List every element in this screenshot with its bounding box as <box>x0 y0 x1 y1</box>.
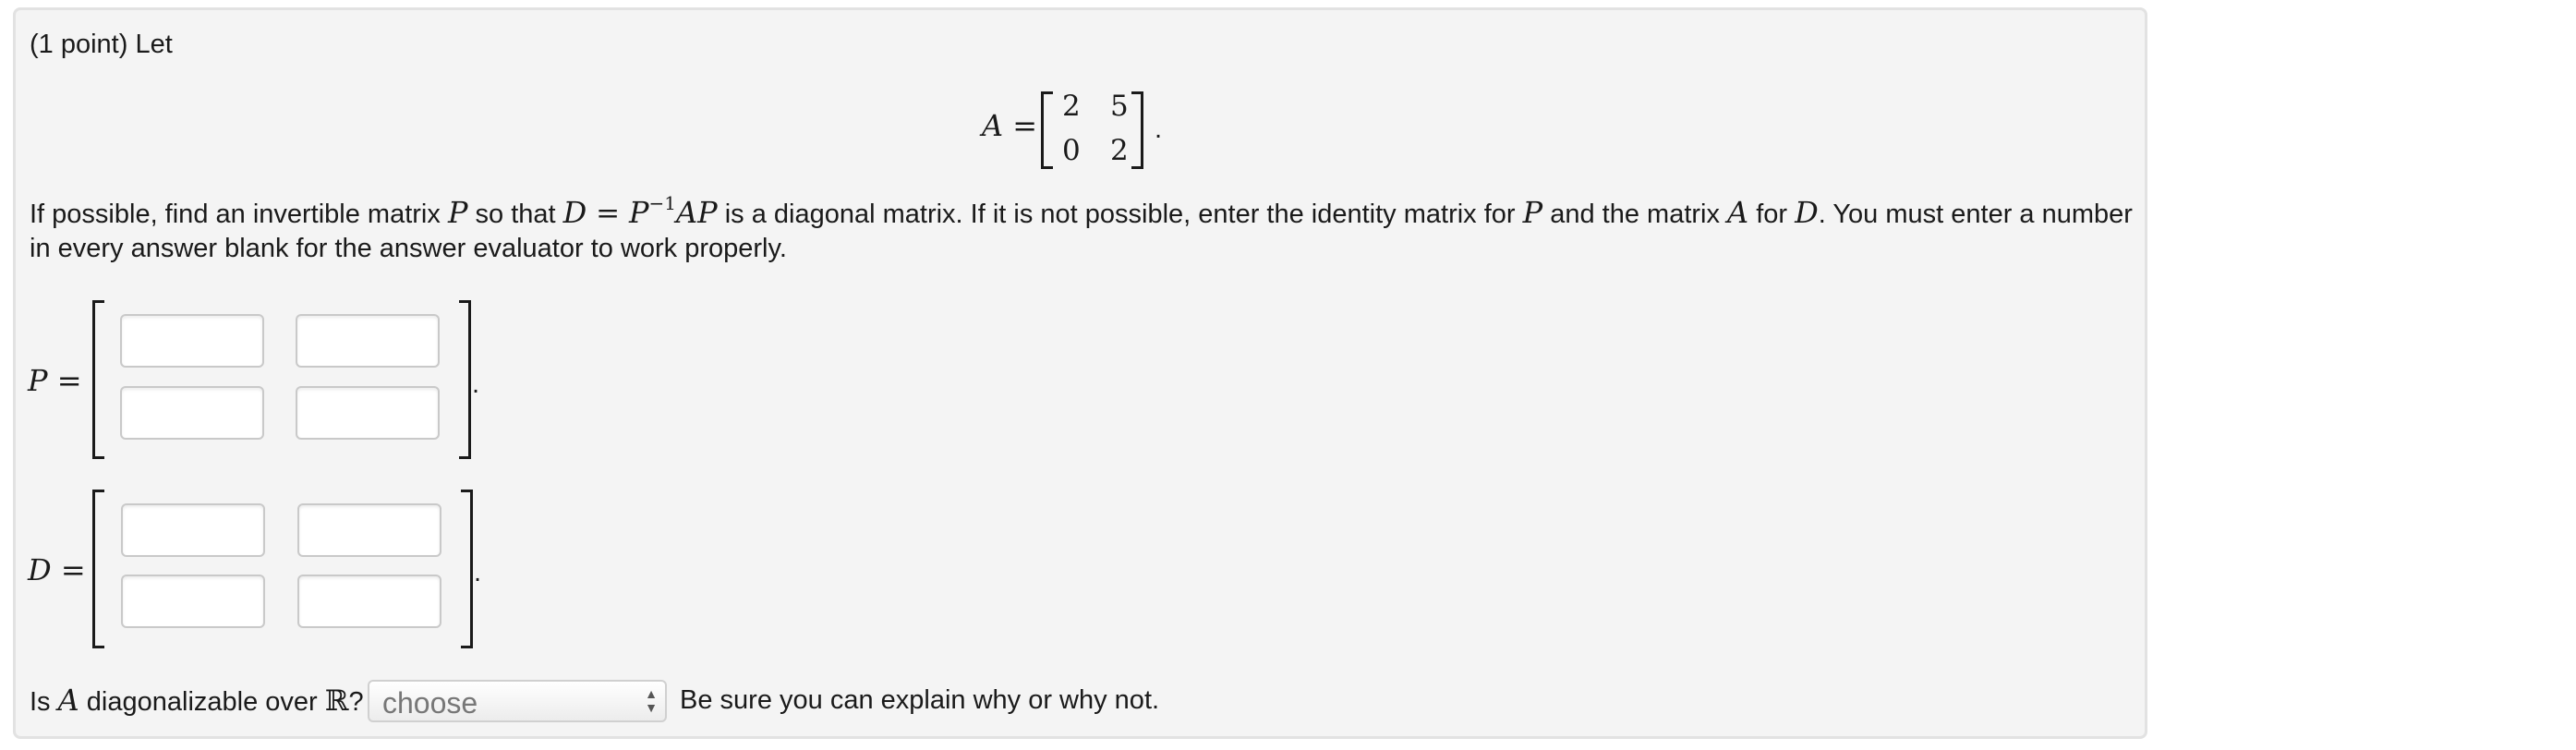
p-matrix-period: . <box>472 369 480 399</box>
d-matrix-right-bracket <box>461 490 473 648</box>
p-answer-input-12[interactable] <box>296 314 440 368</box>
matrix-a-right-bracket <box>1131 91 1143 169</box>
d-matrix-label: D = <box>28 552 86 587</box>
p-answer-input-21[interactable] <box>120 386 264 440</box>
p-matrix-left-bracket <box>92 300 104 459</box>
matrix-a-label: A = <box>982 108 1038 143</box>
matrix-a-cell-22: 2 <box>1110 134 1129 167</box>
matrix-a-cell-21: 0 <box>1062 134 1081 167</box>
diagonalizable-question: Is A diagonalizable over ℝ? <box>30 683 364 718</box>
problem-intro: (1 point) Let <box>30 30 173 59</box>
d-answer-input-22[interactable] <box>297 575 441 628</box>
explain-note: Be sure you can explain why or why not. <box>680 685 1160 715</box>
p-answer-input-22[interactable] <box>296 386 440 440</box>
instructions-line-1: If possible, find an invertible matrix P… <box>30 192 2133 230</box>
d-answer-input-11[interactable] <box>121 503 265 557</box>
diagonalizable-select[interactable]: choose ▲ ▼ <box>368 680 667 722</box>
d-answer-input-12[interactable] <box>297 503 441 557</box>
p-answer-input-11[interactable] <box>120 314 264 368</box>
d-matrix-left-bracket <box>92 490 104 648</box>
select-value: choose <box>382 686 478 720</box>
instructions-line-2: in every answer blank for the answer eva… <box>30 234 787 263</box>
matrix-a-cell-11: 2 <box>1062 90 1081 123</box>
select-updown-icon: ▲ ▼ <box>645 686 658 715</box>
d-matrix-period: . <box>474 558 482 587</box>
p-matrix-right-bracket <box>459 300 471 459</box>
matrix-a-period: . <box>1155 115 1163 144</box>
p-matrix-label: P = <box>28 363 82 398</box>
d-answer-input-21[interactable] <box>121 575 265 628</box>
matrix-a-cell-12: 5 <box>1110 90 1129 123</box>
matrix-a-left-bracket <box>1041 91 1053 169</box>
